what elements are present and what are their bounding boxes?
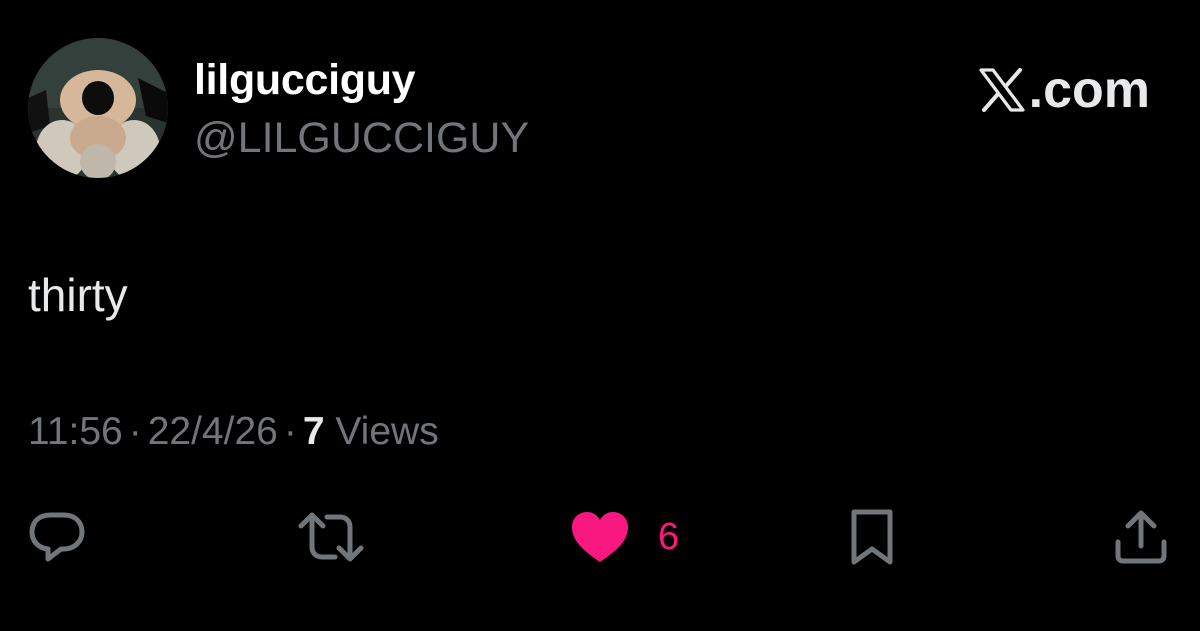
tweet-meta: 11:56 · 22/4/26 · 7 Views — [28, 410, 439, 454]
reply-icon — [29, 512, 85, 562]
author-handle[interactable]: @LILGUCCIGUY — [194, 114, 529, 163]
author-display-name[interactable]: lilgucciguy — [194, 56, 416, 105]
like-count: 6 — [658, 515, 680, 558]
share-button[interactable] — [1112, 505, 1170, 569]
tweet-card: lilgucciguy @LILGUCCIGUY .com thirty 11:… — [0, 0, 1200, 631]
avatar[interactable] — [28, 38, 168, 178]
views-label: Views — [335, 410, 439, 453]
heart-icon — [572, 512, 628, 562]
bookmark-icon — [851, 509, 893, 565]
tweet-text: thirty — [28, 269, 128, 321]
retweet-button[interactable] — [298, 505, 364, 569]
action-bar: 6 — [0, 505, 1200, 569]
like-button[interactable]: 6 — [570, 505, 679, 569]
reply-button[interactable] — [28, 505, 86, 569]
meta-separator: · — [283, 410, 297, 453]
retweet-icon — [298, 512, 364, 562]
tweet-time[interactable]: 11:56 — [28, 410, 123, 453]
meta-separator: · — [128, 410, 142, 453]
tweet-date[interactable]: 22/4/26 — [148, 410, 278, 453]
x-logo-icon — [979, 68, 1025, 112]
brand-suffix: .com — [1028, 61, 1150, 119]
views-count: 7 — [302, 410, 325, 453]
bookmark-button[interactable] — [846, 505, 898, 569]
brand-watermark: .com — [979, 60, 1150, 120]
share-icon — [1115, 510, 1167, 564]
